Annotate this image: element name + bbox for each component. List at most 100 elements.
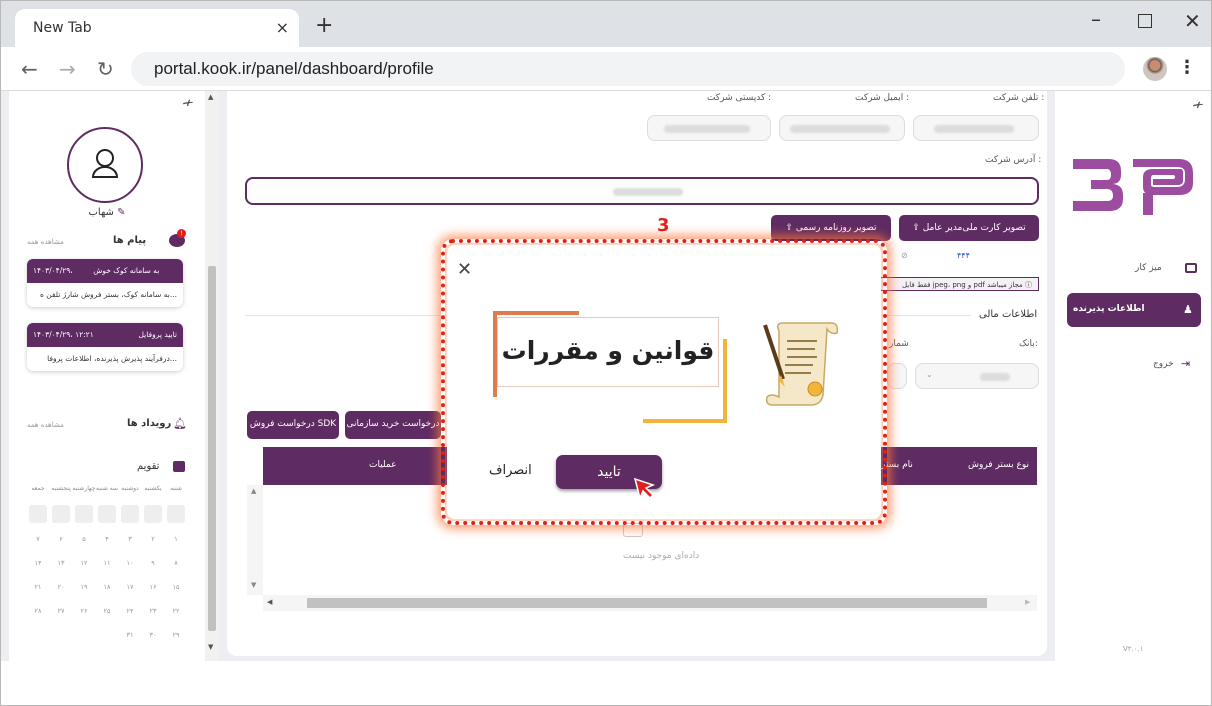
back-arrow-icon[interactable]: ← <box>21 57 38 81</box>
calendar-day[interactable]: ۳ <box>121 535 139 543</box>
tab-strip: New Tab × + – ✕ <box>1 1 1211 47</box>
browser-window: New Tab × + – ✕ ← → ↻ portal.kook.ir/pan… <box>0 0 1212 706</box>
url-text: portal.kook.ir/panel/dashboard/profile <box>154 59 434 78</box>
calendar-icon <box>173 461 185 472</box>
calendar-day[interactable]: ۹ <box>144 559 162 567</box>
rules-title: قوانین و مقررات <box>497 317 719 387</box>
account-field[interactable] <box>887 363 907 389</box>
message-title: به سامانه کوک خوش آمدید <box>93 266 160 299</box>
step-number-annotation: 3 <box>657 215 670 236</box>
calendar-grid: شنبه یکشنبه دوشنبه سه شنبه چهارشنبه پنجشنبه جم… <box>27 485 187 655</box>
company-email-field[interactable] <box>779 115 905 141</box>
user-icon <box>91 149 119 178</box>
calendar-day[interactable]: ۱۲ <box>75 559 93 567</box>
close-window-button[interactable]: ✕ <box>1184 9 1201 33</box>
calendar-day[interactable]: ۱۵ <box>167 583 185 591</box>
bank-label: بانک: <box>1019 339 1038 349</box>
calendar-day[interactable]: ۱۹ <box>75 583 93 591</box>
upload-icon: ⇪ <box>785 223 796 233</box>
calendar-day[interactable]: ۱۷ <box>121 583 139 591</box>
calendar-day[interactable]: ۲ <box>144 535 162 543</box>
tab-close-icon[interactable]: × <box>276 18 289 37</box>
calendar-blank-cell <box>75 505 93 523</box>
calendar-blank-cell <box>144 505 162 523</box>
message-title: تایید پروفایل <box>138 330 177 339</box>
company-postal-field[interactable] <box>647 115 771 141</box>
col-operations: عملیات <box>369 460 397 470</box>
new-tab-button[interactable]: + <box>315 13 333 38</box>
chevron-down-icon: ⌄ <box>926 370 933 379</box>
calendar-day[interactable]: ۲۲ <box>167 607 185 615</box>
calendar-day[interactable]: ۳۱ <box>121 631 139 639</box>
calendar-day[interactable]: ۱ <box>167 535 185 543</box>
left-scrollbar-thumb[interactable] <box>208 266 216 631</box>
menu-label: میز کار <box>1135 263 1162 273</box>
menu-item-merchant-info[interactable]: اطلاعات پذیرنده ♟ <box>1067 293 1201 327</box>
upload-gazette-button[interactable]: ⇪ تصویر روزنامه رسمی <box>771 215 891 241</box>
org-purchase-request-button[interactable]: درخواست خرید سازمانی <box>345 411 441 439</box>
calendar-day[interactable]: ۱۱ <box>98 559 116 567</box>
modal-close-icon[interactable]: ✕ <box>457 259 472 280</box>
calendar-weekday: جمعه <box>31 485 45 492</box>
menu-item-logout[interactable]: خروج ⇥ <box>1145 357 1205 377</box>
pin-icon[interactable]: ✗ <box>1190 98 1206 114</box>
pin-icon[interactable]: ✗ <box>180 96 196 112</box>
calendar-day[interactable]: ۳۰ <box>144 631 162 639</box>
calendar-day[interactable]: ۷ <box>29 535 47 543</box>
calendar-day[interactable]: ۲۱ <box>29 583 47 591</box>
message-card[interactable]: ۱۴۰۳/۰۴/۲۹، ۱۲:۲۱ تایید پروفایل درفرآیند … <box>27 323 183 371</box>
menu-item-desk[interactable]: میز کار <box>1135 261 1211 281</box>
col-platform-type: نوع بستر فروش <box>968 460 1030 470</box>
message-card[interactable]: ۱۴۰۳/۰۴/۲۹، ۱۲:۲۰ به سامانه کوک خوش آمدید… <box>27 259 183 307</box>
maximize-button[interactable] <box>1138 14 1152 28</box>
bank-select[interactable]: ⌄ <box>915 363 1039 389</box>
tab-title: New Tab <box>33 20 92 36</box>
cancel-button[interactable]: انصراف <box>489 463 532 478</box>
company-email-label: ایمیل شرکت : <box>855 93 910 103</box>
calendar-day[interactable]: ۱۳ <box>52 559 70 567</box>
calendar-day[interactable]: ۲۶ <box>75 607 93 615</box>
upload-national-card-button[interactable]: ⇪ تصویر کارت ملی‌مدیر عامل <box>899 215 1039 241</box>
browser-tab[interactable]: New Tab × <box>15 9 299 47</box>
messages-see-all[interactable]: مشاهده همه <box>27 238 64 246</box>
calendar-day[interactable]: ۲۳ <box>144 607 162 615</box>
right-sidebar: ✗ میز کار اطلاعات پذیرنده ♟ خروج ⇥ V۲.۰.… <box>1055 91 1211 661</box>
calendar-day[interactable]: ۱۸ <box>98 583 116 591</box>
address-bar[interactable]: portal.kook.ir/panel/dashboard/profile <box>131 52 1125 86</box>
calendar-day[interactable]: ۶ <box>52 535 70 543</box>
events-see-all[interactable]: مشاهده همه <box>27 421 64 429</box>
calendar-day[interactable]: ۴ <box>98 535 116 543</box>
info-icon: ⓘ <box>1025 281 1032 289</box>
reload-icon[interactable]: ↻ <box>97 57 114 81</box>
browser-menu-icon[interactable]: ⋮ <box>1178 57 1196 78</box>
calendar-day[interactable]: ۲۰ <box>52 583 70 591</box>
username: شهاب ✎ <box>88 207 126 218</box>
message-body: به سامانه کوک، بستر فروش شارژ تلفن ه... <box>39 290 177 299</box>
hscroll-thumb[interactable] <box>307 598 987 608</box>
empty-box-icon <box>623 523 643 537</box>
scroll-up-icon[interactable]: ▲ <box>208 93 213 101</box>
calendar-day[interactable]: ۱۰ <box>121 559 139 567</box>
calendar-day[interactable]: ۵ <box>75 535 93 543</box>
scroll-down-icon[interactable]: ▼ <box>208 643 213 651</box>
calendar-day[interactable]: ۲۸ <box>29 607 47 615</box>
company-address-field[interactable] <box>245 177 1039 205</box>
table-hscroll[interactable]: ◀ ▶ <box>263 595 1037 611</box>
calendar-day[interactable]: ۱۴ <box>29 559 47 567</box>
calendar-day[interactable]: ۲۵ <box>98 607 116 615</box>
company-phone-field[interactable] <box>913 115 1039 141</box>
calendar-weekday: چهارشنبه <box>72 485 96 492</box>
calendar-day[interactable]: ۸ <box>167 559 185 567</box>
calendar-day[interactable]: ۱۶ <box>144 583 162 591</box>
calendar-day[interactable]: ۲۷ <box>52 607 70 615</box>
redacted-value <box>664 125 750 133</box>
table-vscroll[interactable]: ▲ ▼ <box>247 485 263 595</box>
calendar-day[interactable]: ۲۹ <box>167 631 185 639</box>
forward-arrow-icon[interactable]: → <box>59 57 76 81</box>
messages-title: پیام ها <box>113 235 147 246</box>
left-scrollbar[interactable]: ▲ ▼ <box>205 91 219 661</box>
sdk-sale-request-button[interactable]: درخواست فروش SDK <box>247 411 339 439</box>
profile-avatar[interactable] <box>1143 57 1167 81</box>
calendar-day[interactable]: ۲۴ <box>121 607 139 615</box>
minimize-button[interactable]: – <box>1091 7 1101 31</box>
